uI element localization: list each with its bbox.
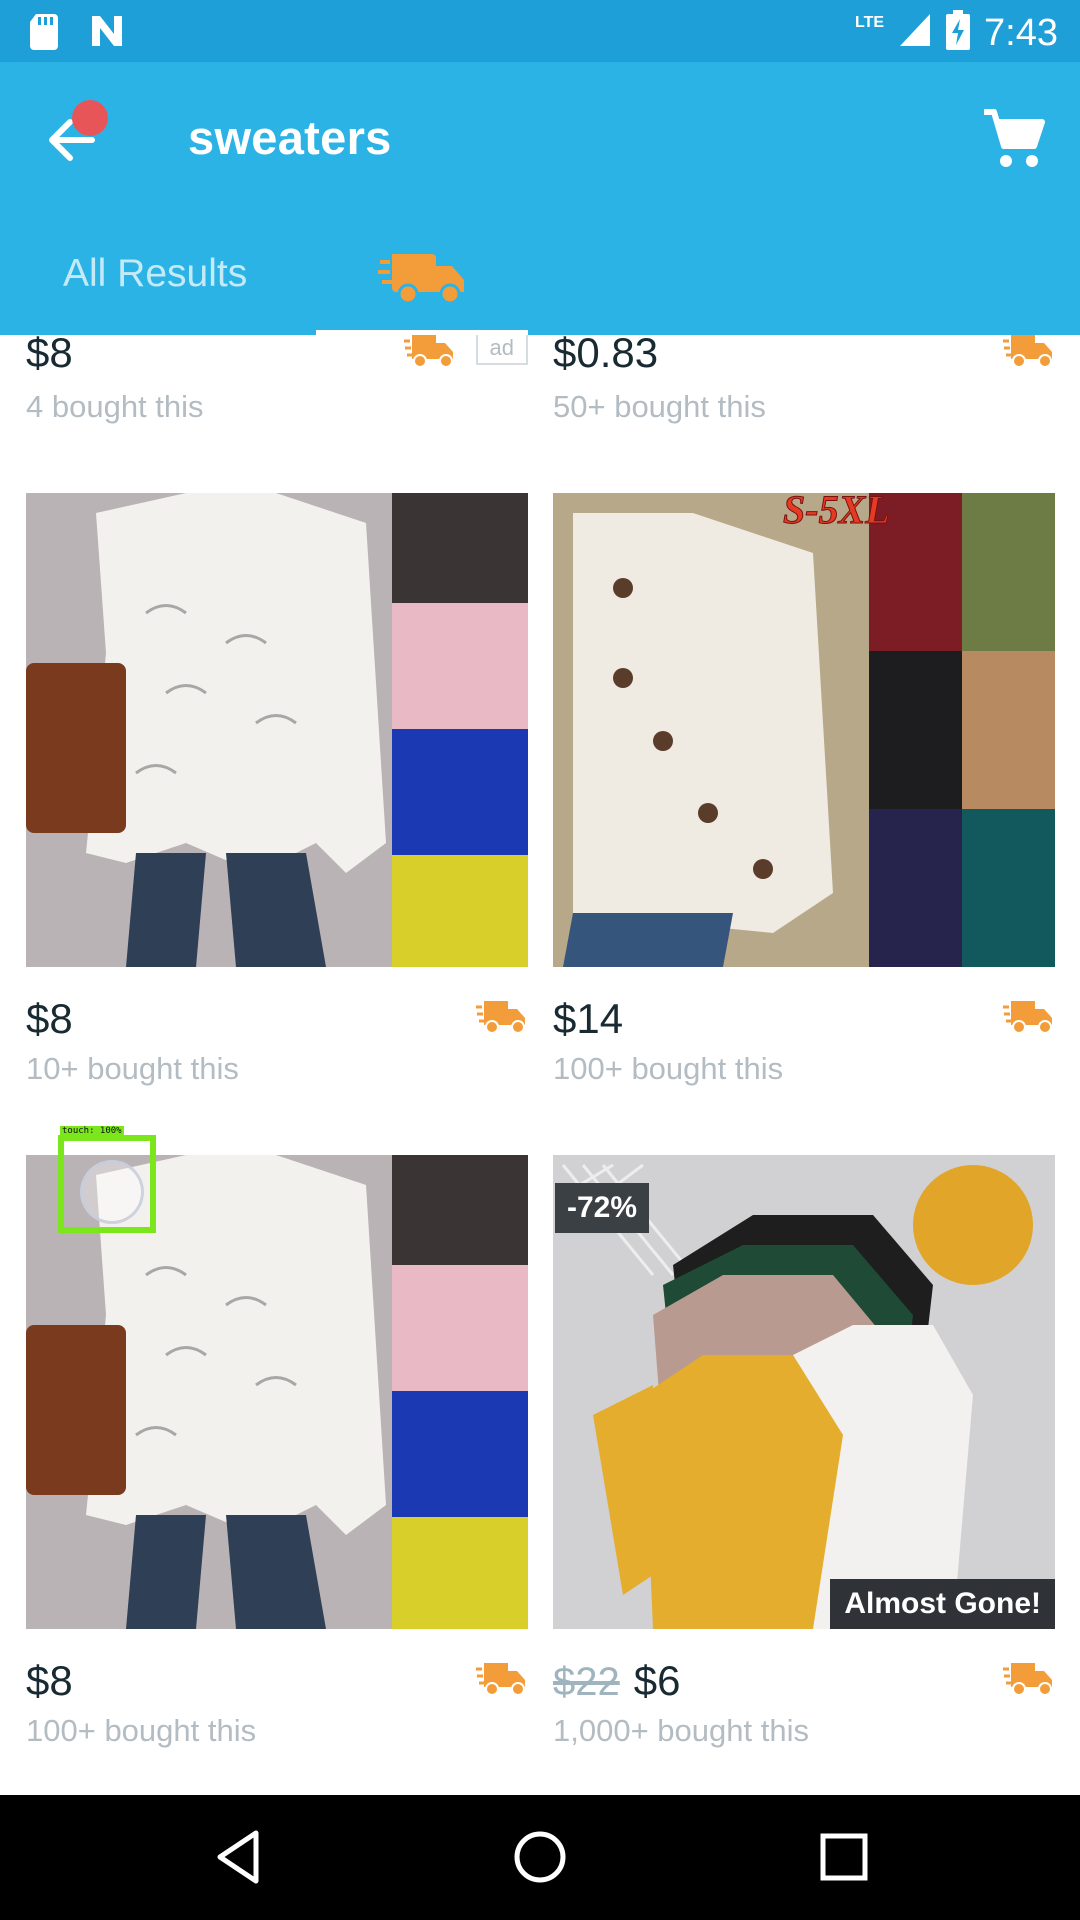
price-row: $8 ad xyxy=(26,335,528,395)
price-row: $0.83 xyxy=(553,335,1055,395)
sold-count: 50+ bought this xyxy=(553,389,766,424)
sold-count: 100+ bought this xyxy=(26,1713,257,1748)
product-image[interactable]: -72% Almost Gone! xyxy=(553,1155,1055,1629)
search-title: sweaters xyxy=(188,111,392,164)
network-type: LTE xyxy=(855,13,885,31)
product-price: $8 xyxy=(26,995,73,1042)
product-image[interactable] xyxy=(26,493,528,967)
sd-card-icon xyxy=(28,12,62,55)
tab-fast-shipping[interactable] xyxy=(378,244,468,312)
cart-button[interactable] xyxy=(982,106,1048,172)
status-bar: LTE 7:43 xyxy=(0,0,1080,62)
shipping-truck-icon xyxy=(476,1001,525,1034)
product-card[interactable]: $8 ad 4 bought this xyxy=(26,335,528,435)
touch-point xyxy=(80,1160,144,1224)
product-card[interactable]: S-5XL $14 100+ bought this xyxy=(553,493,1055,1093)
signal-icon xyxy=(898,12,932,53)
recents-nav-button[interactable] xyxy=(814,1827,874,1887)
clock: 7:43 xyxy=(984,11,1058,54)
shipping-truck-icon xyxy=(404,335,453,368)
sold-count: 1,000+ bought this xyxy=(553,1713,809,1748)
product-price: $14 xyxy=(553,995,624,1042)
product-price: $6 xyxy=(633,1657,681,1704)
product-card[interactable]: $0.83 50+ bought this xyxy=(553,335,1055,435)
product-price: $8 xyxy=(26,1657,73,1704)
home-nav-button[interactable] xyxy=(510,1827,570,1887)
shipping-truck-icon xyxy=(1003,1001,1052,1034)
navigation-bar xyxy=(0,1795,1080,1920)
shipping-truck-icon xyxy=(1003,1663,1052,1696)
product-card[interactable]: $8 100+ bought this xyxy=(26,1155,528,1755)
triangle-back-icon xyxy=(217,1830,259,1884)
sold-count: 10+ bought this xyxy=(26,1051,239,1086)
circle-home-icon xyxy=(514,1831,566,1883)
original-price: $22 xyxy=(553,1660,620,1704)
product-grid[interactable]: $8 ad 4 bought this $0.83 50+ bought thi… xyxy=(0,335,1080,1795)
fast-truck-icon xyxy=(378,254,464,305)
almost-gone-ribbon: Almost Gone! xyxy=(830,1579,1055,1629)
product-price: $8 xyxy=(26,335,73,376)
price-row: $22 $6 xyxy=(553,1657,1055,1717)
shipping-truck-icon xyxy=(1003,335,1052,368)
shipping-truck-icon xyxy=(476,1663,525,1696)
price-row: $8 xyxy=(26,995,528,1055)
sold-count: 4 bought this xyxy=(26,389,204,424)
ad-label: ad xyxy=(475,335,528,365)
sold-count: 100+ bought this xyxy=(553,1051,784,1086)
discount-badge: -72% xyxy=(555,1183,650,1233)
square-recents-icon xyxy=(820,1833,868,1881)
product-card[interactable]: -72% Almost Gone! $22 $6 1,000+ bought th… xyxy=(553,1155,1055,1755)
price-row: $8 xyxy=(26,1657,528,1717)
battery-charging-icon xyxy=(946,10,971,55)
product-price: $0.83 xyxy=(553,335,659,376)
cart-icon xyxy=(984,109,1045,167)
n-app-icon xyxy=(90,14,130,53)
size-range-text: S-5XL xyxy=(783,493,890,532)
tab-all-results[interactable]: All Results xyxy=(63,252,247,296)
back-nav-button[interactable] xyxy=(210,1827,270,1887)
product-image[interactable]: S-5XL xyxy=(553,493,1055,967)
price-row: $14 xyxy=(553,995,1055,1055)
product-card[interactable]: $8 10+ bought this xyxy=(26,493,528,1093)
price-group: $22 $6 xyxy=(553,1657,680,1705)
app-bar: sweaters All Results xyxy=(0,62,1080,335)
notification-dot xyxy=(72,100,108,136)
